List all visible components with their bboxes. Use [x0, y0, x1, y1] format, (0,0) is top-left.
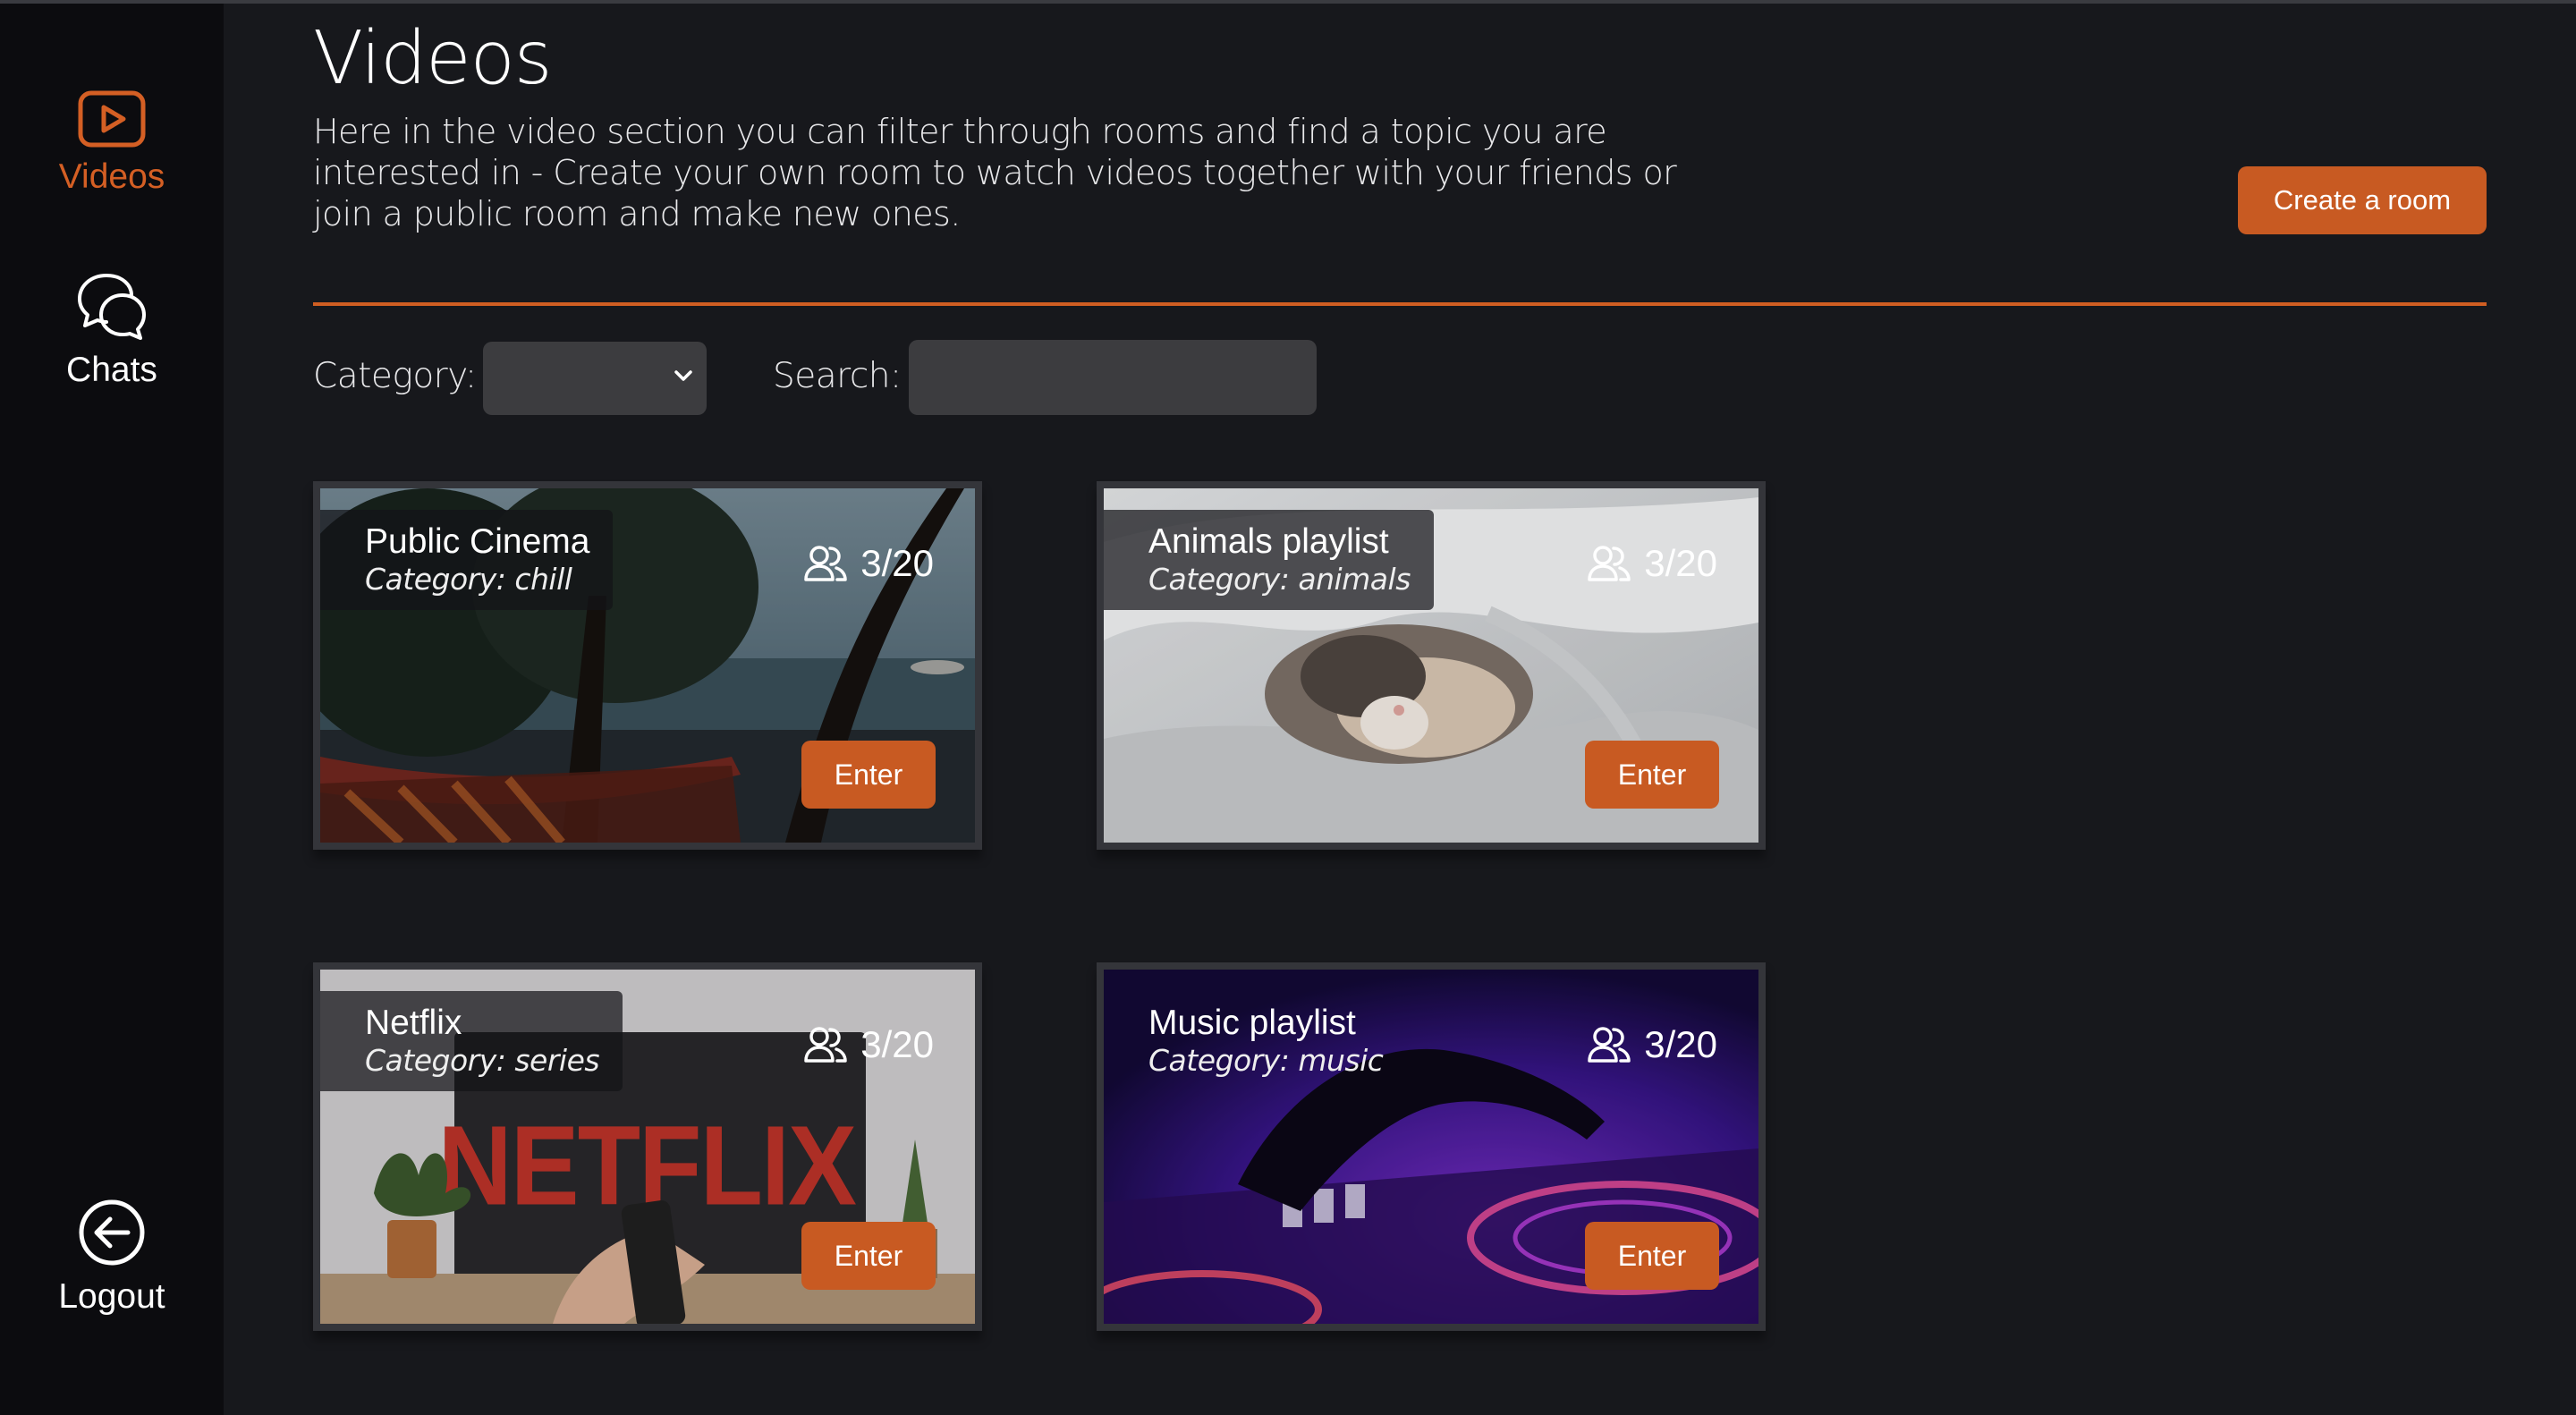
occupancy-count: 3/20 [860, 1023, 934, 1065]
enter-room-button[interactable]: Enter [801, 741, 936, 809]
room-category: Category: series [365, 1043, 600, 1078]
room-category: Category: animals [1148, 562, 1411, 597]
room-category: Category: music [1148, 1043, 1384, 1078]
room-title: Music playlist [1148, 1004, 1356, 1042]
users-icon [1588, 1027, 1631, 1063]
page-description: Here in the video section you can filter… [313, 112, 1677, 233]
video-play-icon [78, 90, 146, 148]
sidebar: Videos Chats Logout [0, 4, 224, 1415]
room-label: Public Cinema Category: chill [320, 510, 614, 610]
room-title: Netflix [365, 1004, 462, 1042]
room-title: Animals playlist [1148, 522, 1389, 561]
room-card: Animals playlist Category: animals 3/20 … [1097, 481, 1766, 850]
occupancy-count: 3/20 [1644, 542, 1717, 584]
sidebar-item-videos[interactable]: Videos [0, 89, 224, 197]
header-divider [313, 302, 2487, 306]
chat-bubbles-icon [78, 274, 146, 340]
chevron-down-icon [674, 370, 692, 381]
logout-icon [79, 1199, 145, 1266]
room-label: Netflix Category: series [320, 991, 623, 1091]
room-occupancy: 3/20 [803, 542, 934, 585]
videos-page: Videos Here in the video section you can… [224, 4, 2576, 1415]
users-icon [1588, 546, 1631, 581]
occupancy-count: 3/20 [1644, 1023, 1717, 1065]
enter-room-button[interactable]: Enter [1585, 1222, 1719, 1290]
sidebar-item-label: Chats [66, 351, 157, 389]
page-title: Videos [313, 16, 552, 101]
logout-label: Logout [58, 1277, 165, 1316]
category-label: Category: [313, 356, 477, 396]
create-room-button[interactable]: Create a room [2238, 166, 2487, 234]
room-title: Public Cinema [365, 522, 590, 561]
room-occupancy: 3/20 [803, 1023, 934, 1066]
search-label: Search: [773, 356, 902, 396]
room-occupancy: 3/20 [1587, 1023, 1717, 1066]
room-card: NETFLIX Netflix Category: series 3/20 En… [313, 962, 982, 1331]
logout-button[interactable]: Logout [0, 1197, 224, 1317]
enter-room-button[interactable]: Enter [801, 1222, 936, 1290]
room-card: Public Cinema Category: chill 3/20 Enter [313, 481, 982, 850]
search-input[interactable] [909, 340, 1317, 415]
room-occupancy: 3/20 [1587, 542, 1717, 585]
users-icon [804, 1027, 847, 1063]
room-label: Animals playlist Category: animals [1104, 510, 1434, 610]
room-label: Music playlist Category: music [1104, 991, 1406, 1091]
room-card: Music playlist Category: music 3/20 Ente… [1097, 962, 1766, 1331]
room-category: Category: chill [365, 562, 572, 597]
occupancy-count: 3/20 [860, 542, 934, 584]
sidebar-item-label: Videos [58, 157, 165, 196]
category-select[interactable] [483, 342, 707, 415]
enter-room-button[interactable]: Enter [1585, 741, 1719, 809]
sidebar-item-chats[interactable]: Chats [0, 270, 224, 390]
users-icon [804, 546, 847, 581]
